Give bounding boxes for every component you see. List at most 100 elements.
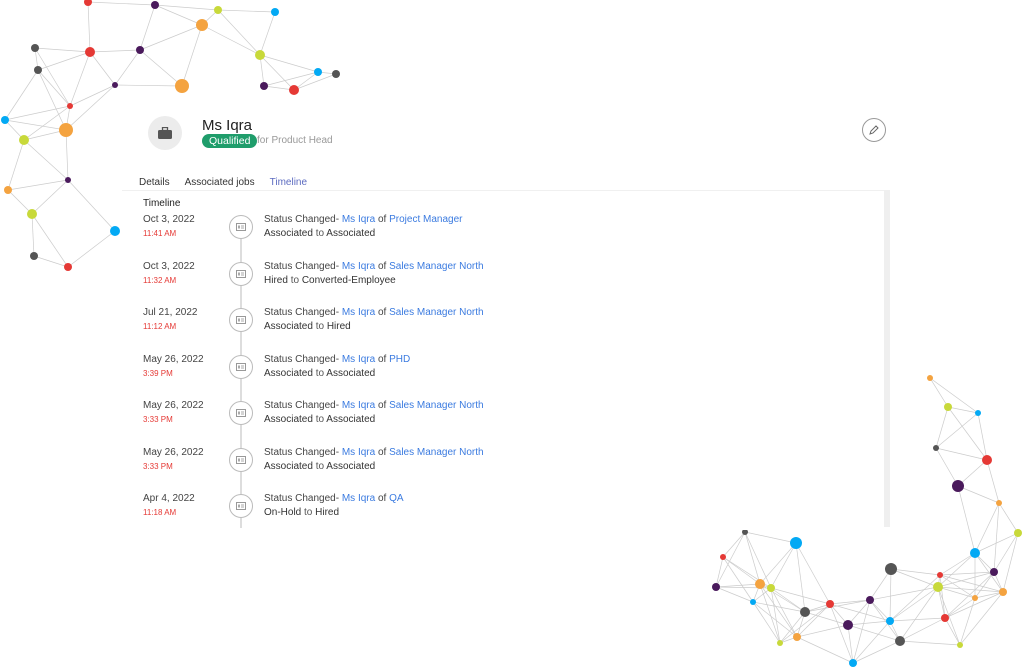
network-node	[27, 209, 37, 219]
network-edge	[139, 49, 183, 87]
network-node	[793, 633, 801, 641]
network-edge	[31, 179, 69, 215]
prefix: Status Changed-	[264, 260, 340, 272]
item-date: Oct 3, 2022	[143, 214, 195, 225]
network-edge	[937, 552, 976, 588]
network-edge	[263, 71, 319, 87]
item-time: 11:12 AM	[143, 322, 177, 331]
network-node	[750, 599, 756, 605]
candidate-link[interactable]: Ms Iqra	[342, 354, 375, 365]
network-node	[4, 186, 12, 194]
candidate-link[interactable]: Ms Iqra	[342, 447, 375, 458]
network-node	[886, 617, 894, 625]
network-edge	[722, 556, 772, 589]
network-edge	[899, 586, 939, 642]
network-edge	[993, 502, 1000, 573]
network-edge	[804, 599, 871, 613]
item-time: 11:18 AM	[143, 508, 177, 517]
network-edge	[944, 597, 976, 619]
network-node	[720, 554, 726, 560]
network-node	[849, 659, 857, 667]
network-edge	[89, 49, 141, 53]
timeline-item: Oct 3, 2022 11:41 AM Status Changed- Ms …	[122, 214, 822, 260]
network-edge	[715, 586, 772, 589]
candidate-link[interactable]: Ms Iqra	[342, 261, 375, 272]
candidate-link[interactable]: Ms Iqra	[342, 214, 375, 225]
network-edge	[201, 24, 261, 56]
network-edge	[944, 617, 961, 646]
network-edge	[889, 620, 901, 642]
job-link[interactable]: QA	[389, 493, 403, 504]
network-edge	[974, 552, 995, 573]
network-node	[64, 263, 72, 271]
network-node	[944, 403, 952, 411]
candidate-link[interactable]: Ms Iqra	[342, 307, 375, 318]
network-edge	[23, 129, 67, 141]
to-status: Converted-Employee	[301, 274, 396, 286]
network-edge	[259, 11, 276, 56]
timeline-item: May 26, 2022 3:39 PM Status Changed- Ms …	[122, 354, 822, 400]
job-link[interactable]: Project Manager	[389, 214, 462, 225]
network-edge	[869, 599, 901, 642]
network-node	[866, 596, 874, 604]
connector: of	[377, 493, 387, 504]
scrollbar[interactable]	[884, 190, 890, 527]
network-edge	[752, 601, 781, 644]
job-link[interactable]: Sales Manager North	[389, 261, 484, 272]
network-edge	[993, 532, 1019, 573]
network-edge	[4, 105, 71, 121]
status-change: Associated to Associated	[264, 368, 375, 379]
to-status: Associated	[326, 460, 376, 472]
candidate-link[interactable]: Ms Iqra	[342, 493, 375, 504]
tab-details[interactable]: Details	[139, 177, 170, 191]
network-edge	[959, 591, 1004, 646]
tab-timeline[interactable]: Timeline	[269, 177, 308, 191]
edit-button[interactable]	[862, 118, 886, 142]
network-edge	[847, 599, 871, 626]
job-link[interactable]: Sales Manager North	[389, 447, 484, 458]
connector: of	[377, 353, 387, 365]
network-edge	[796, 636, 854, 664]
network-edge	[796, 611, 806, 638]
network-edge	[722, 556, 761, 585]
network-edge	[752, 583, 761, 603]
job-link[interactable]: PHD	[389, 354, 410, 365]
network-edge	[779, 611, 806, 644]
network-node	[1014, 529, 1022, 537]
network-edge	[937, 586, 946, 619]
network-edge	[804, 603, 831, 613]
network-edge	[937, 586, 1004, 593]
prefix: Status Changed-	[264, 214, 340, 225]
network-node	[990, 568, 998, 576]
network-edge	[114, 49, 141, 86]
item-description: Status Changed- Ms Iqra of QA	[264, 493, 404, 504]
network-edge	[795, 542, 831, 605]
from-status: Associated	[264, 460, 313, 472]
network-edge	[829, 599, 871, 605]
tab-bar: Details Associated jobs Timeline	[139, 177, 308, 191]
network-node	[755, 579, 765, 589]
item-description: Status Changed- Ms Iqra of PHD	[264, 354, 410, 365]
network-edge	[67, 179, 116, 232]
network-edge	[759, 583, 798, 638]
network-edge	[759, 583, 772, 589]
candidate-link[interactable]: Ms Iqra	[342, 400, 375, 411]
job-link[interactable]: Sales Manager North	[389, 400, 484, 411]
network-edge	[779, 636, 798, 644]
job-link[interactable]: Sales Manager North	[389, 307, 484, 318]
to-word: to	[315, 321, 325, 332]
network-node	[712, 583, 720, 591]
network-node	[895, 636, 905, 646]
network-node	[970, 548, 980, 558]
to-status: Hired	[326, 321, 351, 332]
network-node	[67, 103, 73, 109]
network-edge	[770, 587, 798, 638]
prefix: Status Changed-	[264, 353, 340, 365]
from-status: Associated	[264, 367, 313, 379]
item-description: Status Changed- Ms Iqra of Sales Manager…	[264, 447, 484, 458]
network-edge	[935, 412, 979, 449]
network-edge	[37, 51, 91, 71]
network-edge	[852, 599, 871, 664]
tab-associated-jobs[interactable]: Associated jobs	[185, 177, 255, 191]
network-edge	[259, 54, 265, 87]
